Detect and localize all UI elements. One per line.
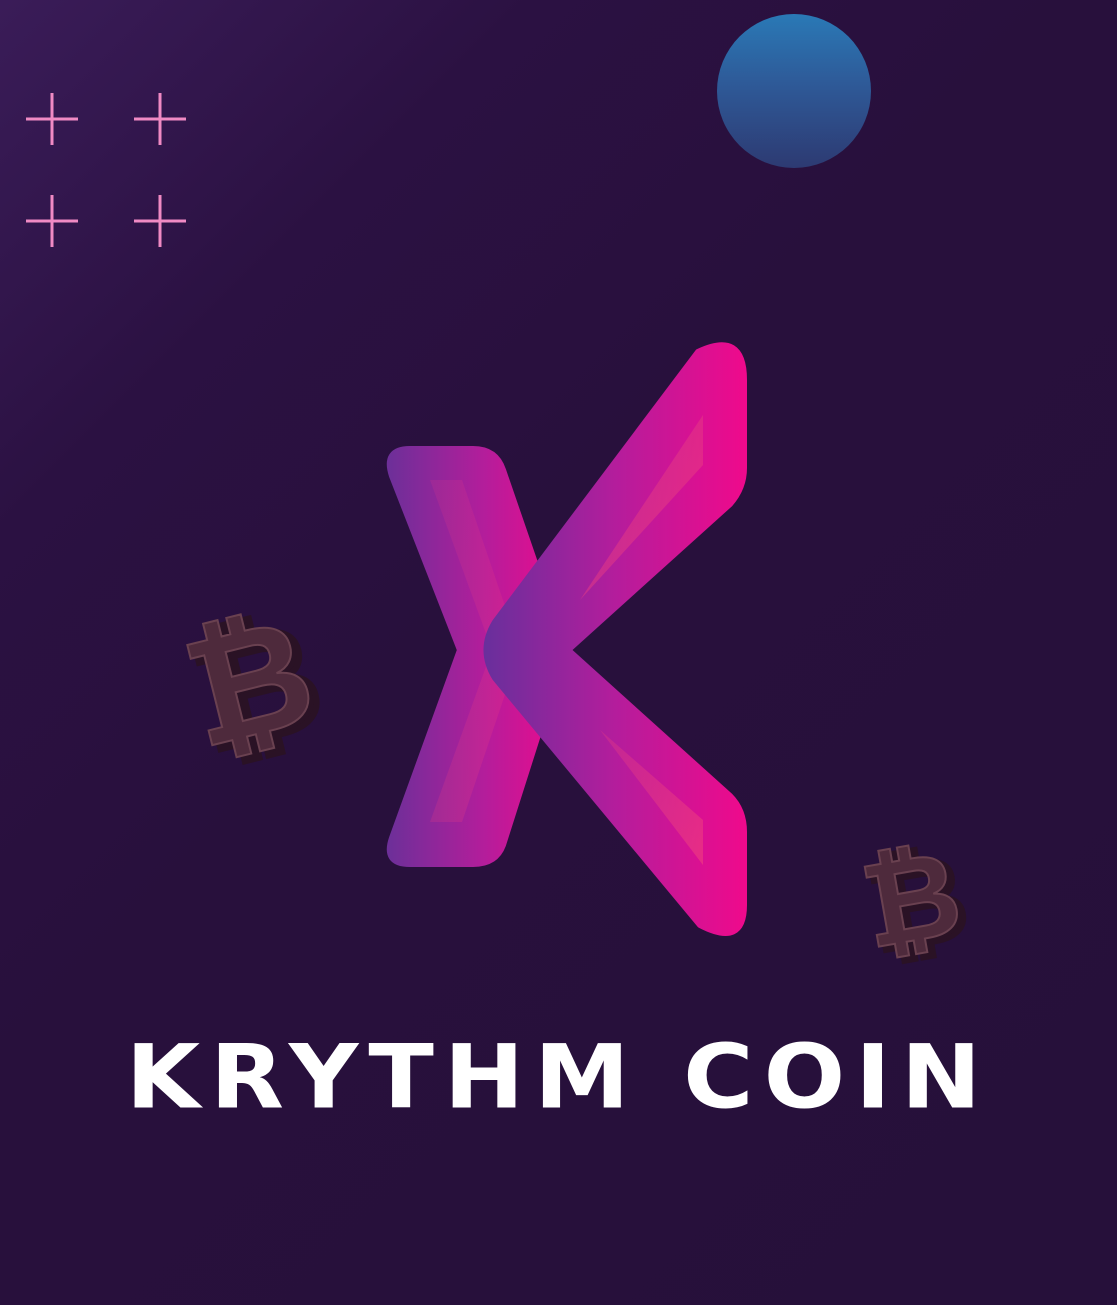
orb-icon [717,14,871,168]
plus-icon [26,195,78,247]
brand-title: KRYTHM COIN [125,1025,992,1129]
bitcoin-icon: ₿ ₿ [858,830,968,965]
x-logo-icon [386,342,747,936]
x-logo-right-stroke [483,342,747,936]
bitcoin-icon: ₿ ₿ [175,590,325,765]
svg-text:₿: ₿ [858,830,968,965]
plus-icon [134,93,186,145]
plus-icon [134,195,186,247]
plus-icon [26,93,78,145]
poster: ₿ ₿ ₿ ₿ KRYTHM COIN [0,0,1117,1305]
plus-icon-group [26,93,186,247]
